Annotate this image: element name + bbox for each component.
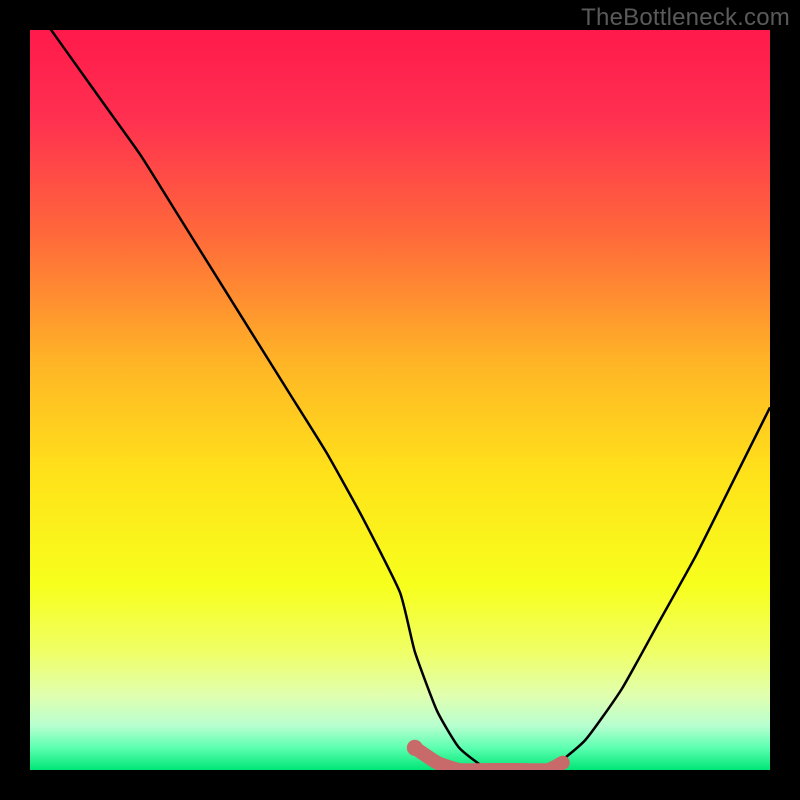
watermark-text: TheBottleneck.com <box>581 4 790 32</box>
chart-frame: TheBottleneck.com <box>0 0 800 800</box>
optimal-segment <box>415 748 563 770</box>
chart-svg <box>30 30 770 770</box>
plot-area <box>30 30 770 770</box>
bottleneck-curve <box>30 30 770 770</box>
optimal-marker <box>407 740 423 756</box>
